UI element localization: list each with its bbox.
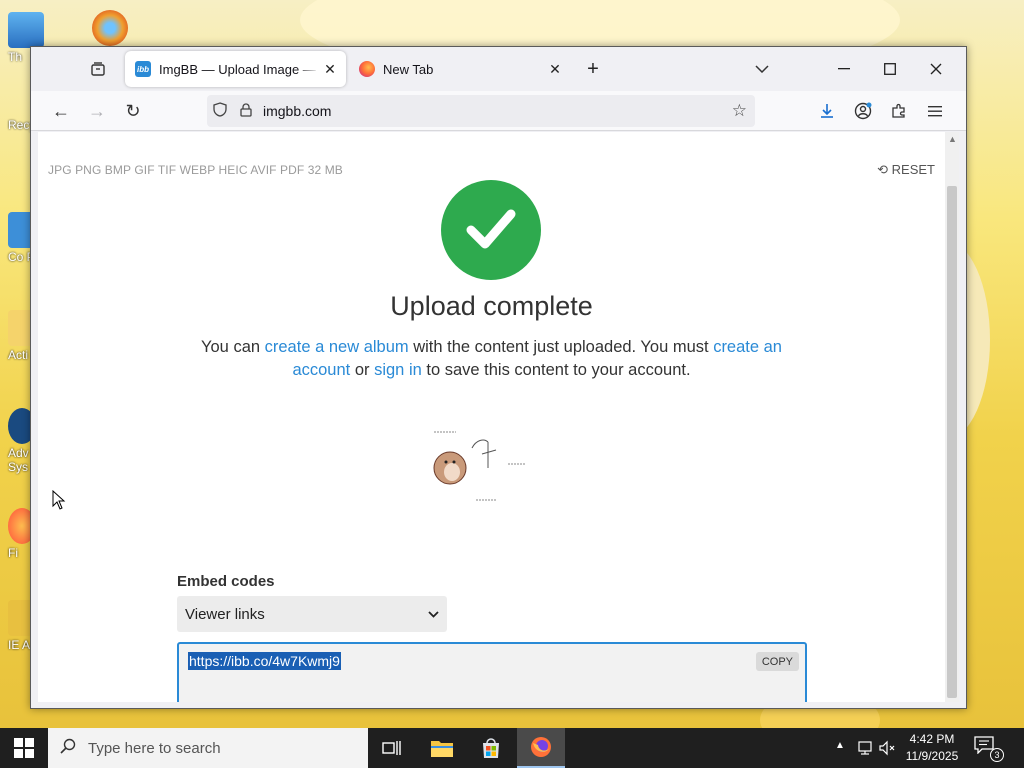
tab-title: New Tab [383, 61, 434, 77]
network-icon[interactable] [856, 740, 874, 759]
close-tab-icon[interactable]: ✕ [545, 59, 565, 79]
firefox-taskbar-icon[interactable] [517, 728, 565, 768]
lock-icon[interactable] [233, 102, 259, 120]
desktop-icon-app[interactable] [92, 10, 136, 48]
back-arrow-icon[interactable]: ← [47, 97, 75, 125]
embed-type-select[interactable]: Viewer links [177, 596, 447, 632]
system-clock[interactable]: 4:42 PM 11/9/2025 [892, 731, 972, 765]
chevron-down-icon [428, 607, 439, 621]
firefox-icon [359, 61, 375, 77]
search-placeholder: Type here to search [88, 739, 221, 757]
tab-new-tab[interactable]: New Tab ✕ [349, 51, 571, 87]
supported-formats-text: JPG PNG BMP GIF TIF WEBP HEIC AVIF PDF 3… [48, 163, 343, 177]
file-explorer-icon[interactable] [418, 728, 466, 768]
embed-type-value: Viewer links [185, 605, 265, 623]
reset-button[interactable]: ⟲ RESET [877, 162, 935, 178]
task-view-icon[interactable] [368, 728, 416, 768]
imgbb-icon: ibb [135, 61, 151, 77]
page-scrollbar[interactable]: ▲ [945, 132, 959, 702]
uploaded-image-thumbnail[interactable] [430, 428, 540, 510]
hamburger-menu-icon[interactable] [921, 97, 949, 125]
shield-icon[interactable] [207, 102, 233, 120]
clock-time: 4:42 PM [909, 732, 955, 746]
create-album-link[interactable]: create a new album [265, 338, 409, 356]
sign-in-link[interactable]: sign in [374, 361, 422, 379]
windows-start-icon[interactable] [0, 728, 48, 768]
bookmark-star-icon[interactable]: ☆ [732, 101, 747, 121]
embed-link-text[interactable]: https://ibb.co/4w7Kwmj9 [188, 652, 341, 670]
scrollbar-thumb[interactable] [947, 186, 957, 698]
maximize-icon[interactable] [875, 55, 905, 83]
downloads-icon[interactable] [813, 97, 841, 125]
address-bar[interactable]: imgbb.com ☆ [207, 95, 755, 127]
close-window-icon[interactable] [921, 55, 951, 83]
search-icon [48, 738, 88, 759]
close-tab-icon[interactable]: ✕ [320, 59, 340, 79]
mouse-cursor-icon [52, 489, 66, 515]
notification-center-icon[interactable]: 3 [974, 736, 1004, 762]
extensions-puzzle-icon[interactable] [885, 97, 913, 125]
minimize-icon[interactable] [829, 55, 859, 83]
embed-code-textarea[interactable]: https://ibb.co/4w7Kwmj9 COPY [177, 642, 807, 702]
app-icon [92, 10, 128, 46]
tab-imgbb[interactable]: ibb ImgBB — Upload Image — Free Image Ho… [125, 51, 346, 87]
reload-icon[interactable]: ↻ [119, 97, 147, 125]
taskbar: Type here to search ▲ 4:42 PM 11/9/2025 … [0, 728, 1024, 768]
copy-button[interactable]: COPY [755, 652, 799, 671]
tab-title: ImgBB — Upload Image — Free Image Hostin… [159, 61, 320, 77]
clock-date: 11/9/2025 [905, 749, 959, 763]
page-title: Upload complete [390, 291, 593, 321]
tab-overview-icon[interactable] [87, 58, 109, 80]
forward-arrow-icon[interactable]: → [83, 97, 111, 125]
success-check-icon [441, 180, 541, 280]
notification-count-badge: 3 [990, 748, 1004, 762]
tab-bar: ibb ImgBB — Upload Image — Free Image Ho… [31, 47, 966, 91]
show-hidden-icons-chevron-icon[interactable]: ▲ [835, 740, 845, 751]
microsoft-store-icon[interactable] [467, 728, 515, 768]
page-content: JPG PNG BMP GIF TIF WEBP HEIC AVIF PDF 3… [38, 132, 945, 702]
list-all-tabs-chevron-icon[interactable] [747, 55, 777, 83]
upload-message: You can create a new album with the cont… [201, 338, 782, 379]
url-text: imgbb.com [263, 103, 332, 119]
undo-icon: ⟲ [877, 162, 889, 177]
computer-icon [8, 12, 44, 48]
embed-codes-label: Embed codes [177, 573, 275, 590]
new-tab-plus-icon[interactable]: + [581, 57, 605, 81]
taskbar-search-input[interactable]: Type here to search [48, 728, 368, 768]
account-icon[interactable] [849, 97, 877, 125]
navigation-toolbar: ← → ↻ imgbb.com ☆ [31, 91, 966, 131]
firefox-window: ibb ImgBB — Upload Image — Free Image Ho… [30, 46, 967, 709]
scroll-up-arrow-icon[interactable]: ▲ [948, 134, 957, 144]
